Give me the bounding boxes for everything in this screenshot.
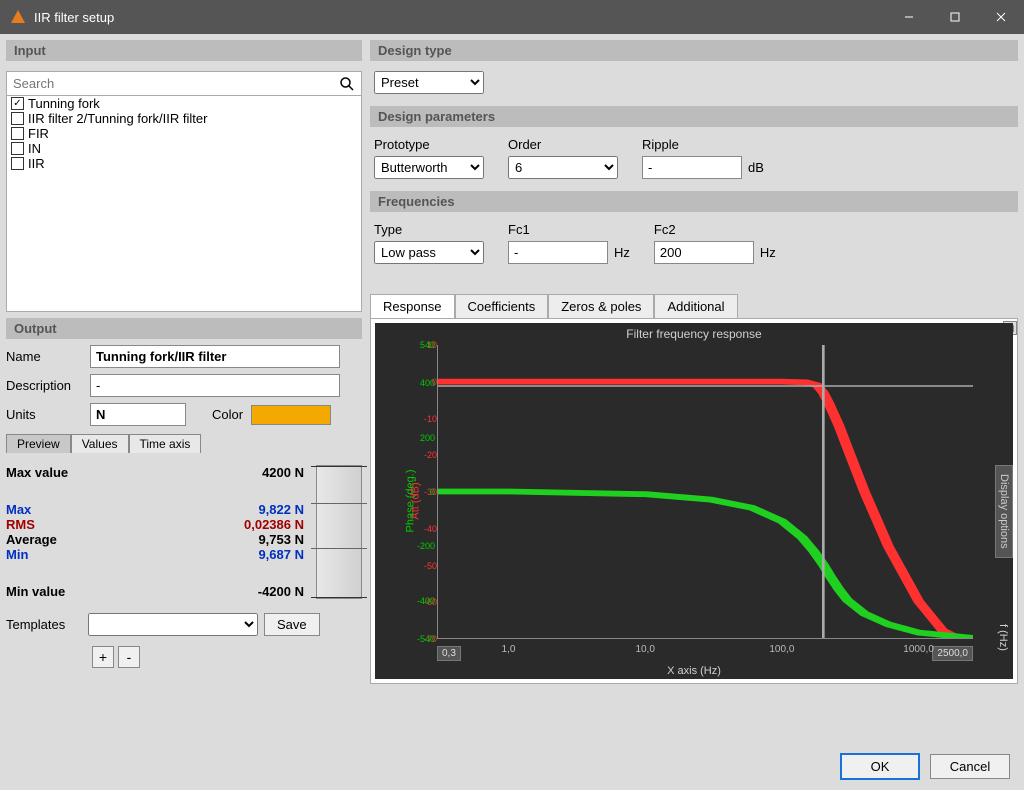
fc1-input[interactable] — [508, 241, 608, 264]
search-input[interactable] — [13, 74, 339, 93]
units-input[interactable] — [90, 403, 186, 426]
description-label: Description — [6, 378, 82, 393]
graph-panel: ◀ Filter frequency response Phase (deg.)… — [370, 318, 1018, 684]
ripple-input[interactable] — [642, 156, 742, 179]
tab-coefficients[interactable]: Coefficients — [455, 294, 549, 318]
checkbox-icon[interactable] — [11, 142, 24, 155]
close-button[interactable] — [978, 0, 1024, 34]
ripple-label: Ripple — [642, 137, 764, 152]
prototype-label: Prototype — [374, 137, 484, 152]
maxvalue: 4200 N — [262, 465, 304, 480]
list-item-label: Tunning fork — [28, 96, 100, 111]
window-title: IIR filter setup — [34, 10, 886, 25]
avg-label: Average — [6, 532, 57, 547]
input-header: Input — [6, 40, 362, 61]
cancel-button[interactable]: Cancel — [930, 754, 1010, 779]
minvalue-label: Min value — [6, 584, 65, 599]
tab-preview[interactable]: Preview — [6, 434, 71, 453]
templates-label: Templates — [6, 617, 82, 632]
ripple-unit: dB — [748, 160, 764, 175]
tab-values[interactable]: Values — [71, 434, 129, 453]
fc1-label: Fc1 — [508, 222, 630, 237]
tab-time-axis[interactable]: Time axis — [129, 434, 202, 453]
maxvalue-label: Max value — [6, 465, 68, 480]
name-label: Name — [6, 349, 82, 364]
fc1-unit: Hz — [614, 245, 630, 260]
fc2-label: Fc2 — [654, 222, 776, 237]
type-select[interactable]: Low pass — [374, 241, 484, 264]
name-input[interactable] — [90, 345, 340, 368]
type-label: Type — [374, 222, 484, 237]
list-item[interactable]: FIR — [7, 126, 361, 141]
level-gauge — [316, 465, 362, 599]
tab-additional[interactable]: Additional — [654, 294, 737, 318]
save-button[interactable]: Save — [264, 613, 320, 636]
minvalue: -4200 N — [258, 584, 304, 599]
rms-value: 0,02386 N — [244, 517, 304, 532]
design-type-header: Design type — [370, 40, 1018, 61]
fc2-input[interactable] — [654, 241, 754, 264]
list-item-label: IIR — [28, 156, 45, 171]
min-value: 9,687 N — [258, 547, 304, 562]
titlebar: IIR filter setup — [0, 0, 1024, 34]
list-item-label: IIR filter 2/Tunning fork/IIR filter — [28, 111, 207, 126]
list-item[interactable]: IIR — [7, 156, 361, 171]
frequencies-header: Frequencies — [370, 191, 1018, 212]
xmin-box[interactable]: 0,3 — [437, 646, 461, 661]
app-icon — [10, 9, 26, 25]
max-value: 9,822 N — [258, 502, 304, 517]
output-header: Output — [6, 318, 362, 339]
list-item[interactable]: IIR filter 2/Tunning fork/IIR filter — [7, 111, 361, 126]
min-label: Min — [6, 547, 28, 562]
x-right-label: f (Hz) — [997, 624, 1009, 651]
checkbox-icon[interactable] — [11, 127, 24, 140]
search-icon — [339, 76, 355, 92]
units-label: Units — [6, 407, 82, 422]
tab-zeros-poles[interactable]: Zeros & poles — [548, 294, 654, 318]
checkbox-icon[interactable] — [11, 112, 24, 125]
checkbox-icon[interactable] — [11, 157, 24, 170]
template-add-button[interactable]: + — [92, 646, 114, 668]
search-box[interactable] — [6, 71, 362, 96]
avg-value: 9,753 N — [258, 532, 304, 547]
list-item[interactable]: ✓ Tunning fork — [7, 96, 361, 111]
color-label: Color — [212, 407, 243, 422]
rms-label: RMS — [6, 517, 35, 532]
description-input[interactable] — [90, 374, 340, 397]
prototype-select[interactable]: Butterworth — [374, 156, 484, 179]
templates-select[interactable] — [88, 613, 258, 636]
xmax-box[interactable]: 2500,0 — [932, 646, 973, 661]
order-label: Order — [508, 137, 618, 152]
template-remove-button[interactable]: - — [118, 646, 140, 668]
ok-button[interactable]: OK — [840, 753, 920, 780]
x-axis-label: X axis (Hz) — [667, 665, 721, 677]
display-options-tab[interactable]: Display options — [995, 465, 1013, 558]
color-swatch[interactable] — [251, 405, 331, 425]
chart-plot[interactable] — [437, 345, 973, 639]
list-item-label: FIR — [28, 126, 49, 141]
list-item-label: IN — [28, 141, 41, 156]
max-label: Max — [6, 502, 31, 517]
preset-select[interactable]: Preset — [374, 71, 484, 94]
chart-title: Filter frequency response — [375, 327, 1013, 341]
checkbox-icon[interactable]: ✓ — [11, 97, 24, 110]
order-select[interactable]: 6 — [508, 156, 618, 179]
input-list[interactable]: ✓ Tunning fork IIR filter 2/Tunning fork/… — [6, 96, 362, 312]
fc2-unit: Hz — [760, 245, 776, 260]
list-item[interactable]: IN — [7, 141, 361, 156]
design-params-header: Design parameters — [370, 106, 1018, 127]
minimize-button[interactable] — [886, 0, 932, 34]
maximize-button[interactable] — [932, 0, 978, 34]
tab-response[interactable]: Response — [370, 294, 455, 318]
